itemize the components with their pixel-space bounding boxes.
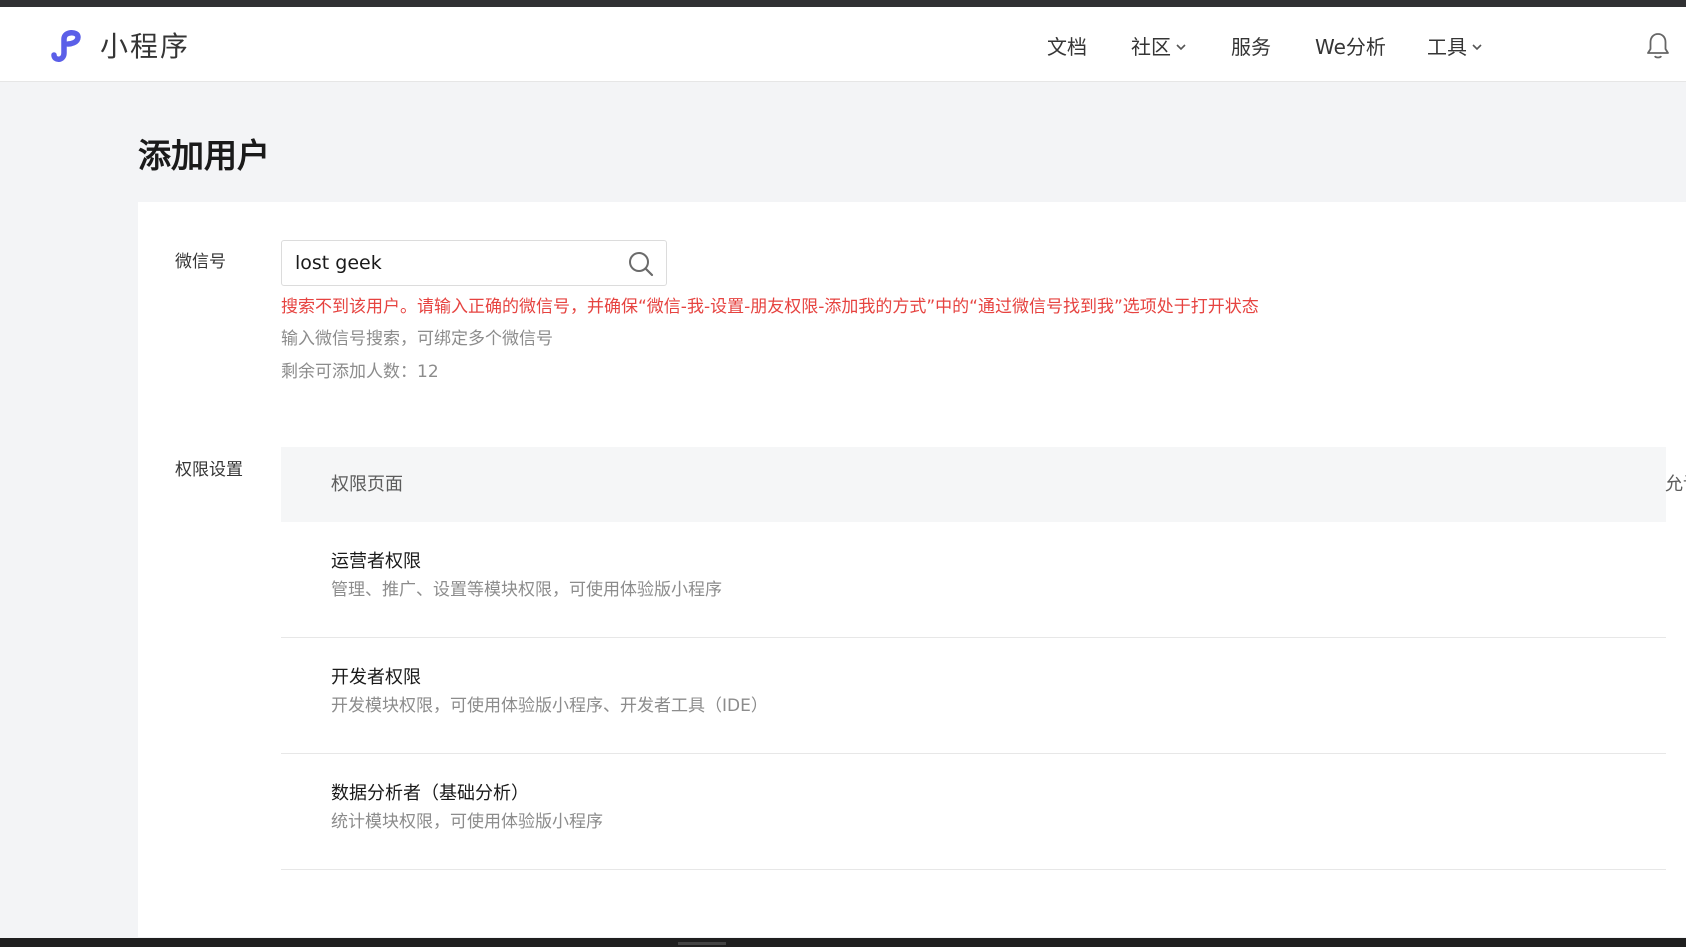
nav-community[interactable]: 社区 bbox=[1131, 31, 1188, 63]
search-hint: 输入微信号搜索，可绑定多个微信号 bbox=[281, 329, 553, 349]
table-row: 开发者权限 开发模块权限，可使用体验版小程序、开发者工具（IDE） bbox=[281, 638, 1666, 754]
wechat-search-input[interactable] bbox=[295, 251, 615, 275]
nav-docs[interactable]: 文档 bbox=[1047, 31, 1087, 63]
remaining-count: 剩余可添加人数：12 bbox=[281, 362, 439, 382]
table-row: 数据分析者（基础分析） 统计模块权限，可使用体验版小程序 bbox=[281, 754, 1666, 870]
nav-docs-label: 文档 bbox=[1047, 35, 1087, 59]
brand-title[interactable]: 小程序 bbox=[100, 29, 190, 65]
permission-description: 管理、推广、设置等模块权限，可使用体验版小程序 bbox=[331, 580, 722, 600]
chevron-down-icon bbox=[1176, 44, 1186, 51]
search-icon[interactable] bbox=[627, 250, 655, 278]
nav-community-label: 社区 bbox=[1131, 35, 1171, 59]
nav-weanalysis-label: We分析 bbox=[1315, 35, 1386, 59]
nav-weanalysis[interactable]: We分析 bbox=[1315, 31, 1386, 63]
nav-services-label: 服务 bbox=[1231, 35, 1271, 59]
nav-tools[interactable]: 工具 bbox=[1427, 31, 1484, 63]
search-error-message: 搜索不到该用户。请输入正确的微信号，并确保“微信-我-设置-朋友权限-添加我的方… bbox=[281, 297, 1259, 317]
permission-description: 统计模块权限，可使用体验版小程序 bbox=[331, 812, 603, 832]
window-top-strip bbox=[0, 0, 1686, 7]
wechat-id-label: 微信号 bbox=[175, 252, 226, 272]
wechat-search-field[interactable] bbox=[281, 240, 667, 286]
bell-icon[interactable] bbox=[1645, 31, 1671, 61]
miniprogram-logo-icon[interactable] bbox=[48, 25, 88, 65]
scroll-indicator bbox=[678, 942, 726, 945]
column-header-allow: 允许访问 bbox=[1665, 474, 1686, 495]
window-bottom-strip bbox=[0, 938, 1686, 947]
nav-services[interactable]: 服务 bbox=[1231, 31, 1271, 63]
page-title: 添加用户 bbox=[138, 136, 270, 175]
column-header-page: 权限页面 bbox=[331, 474, 403, 495]
permissions-table-header: 权限页面 允许访问 bbox=[281, 447, 1686, 522]
permissions-label: 权限设置 bbox=[175, 460, 243, 480]
nav-tools-label: 工具 bbox=[1427, 35, 1467, 59]
add-user-card: 微信号 搜索不到该用户。请输入正确的微信号，并确保“微信-我-设置-朋友权限-添… bbox=[138, 202, 1686, 937]
permissions-table: 权限页面 允许访问 运营者权限 管理、推广、设置等模块权限，可使用体验版小程序 … bbox=[281, 447, 1686, 870]
permission-title: 运营者权限 bbox=[331, 551, 421, 572]
permission-title: 数据分析者（基础分析） bbox=[331, 783, 529, 804]
permission-description: 开发模块权限，可使用体验版小程序、开发者工具（IDE） bbox=[331, 696, 768, 716]
permission-title: 开发者权限 bbox=[331, 667, 421, 688]
chevron-down-icon bbox=[1472, 44, 1482, 51]
top-navbar: 小程序 文档 社区 服务 We分析 工具 bbox=[0, 7, 1686, 82]
table-row: 运营者权限 管理、推广、设置等模块权限，可使用体验版小程序 bbox=[281, 522, 1666, 638]
